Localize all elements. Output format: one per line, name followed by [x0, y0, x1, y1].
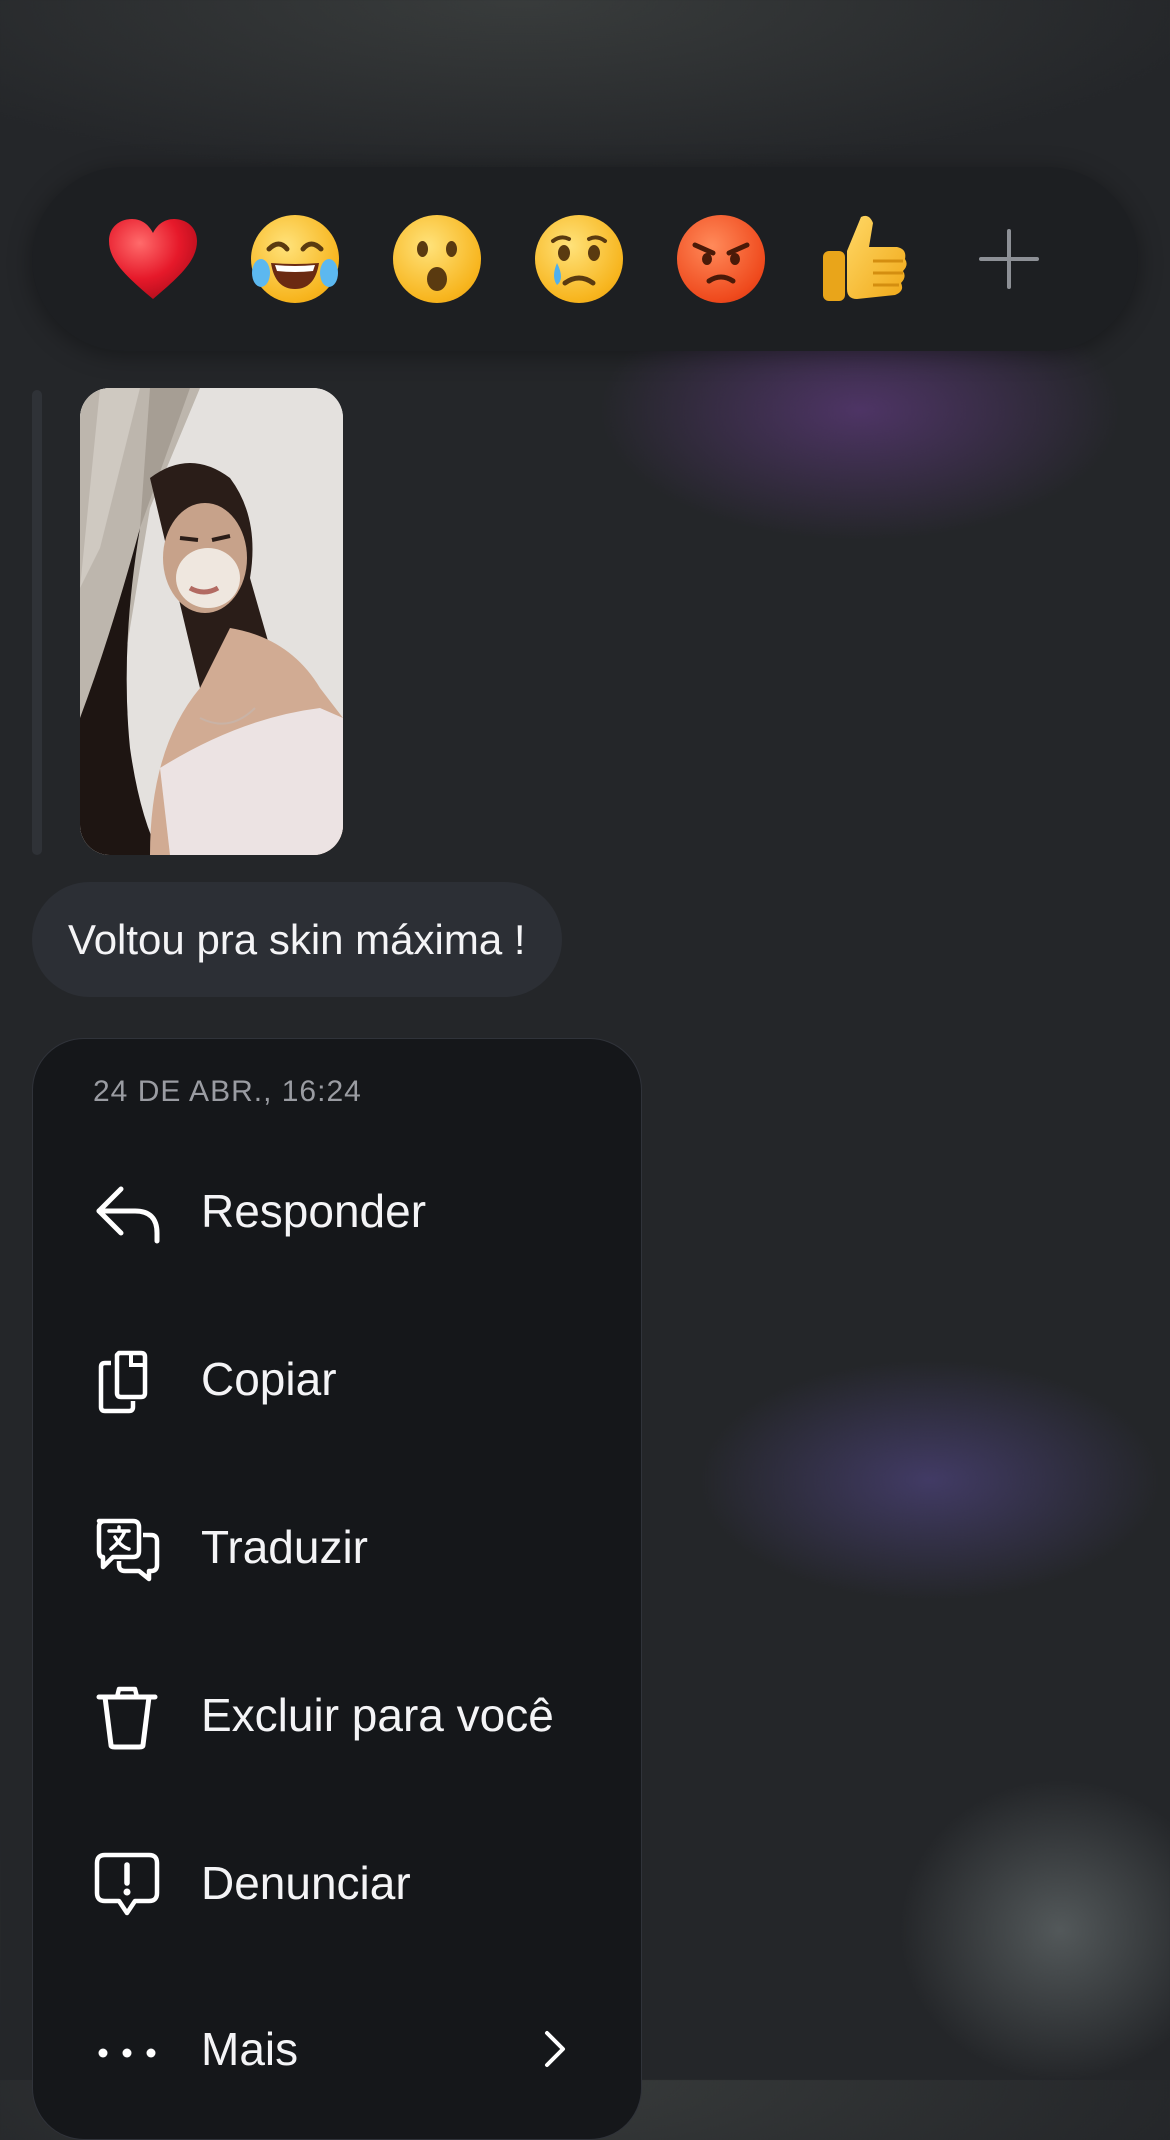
- crying-face-icon: [535, 215, 623, 303]
- menu-item-more[interactable]: Mais: [33, 1989, 641, 2109]
- more-icon: [98, 2048, 156, 2058]
- menu-item-copy[interactable]: Copiar: [33, 1319, 641, 1439]
- menu-item-report[interactable]: Denunciar: [33, 1823, 641, 1943]
- surprised-reaction-icon[interactable]: [389, 211, 485, 307]
- menu-item-delete[interactable]: Excluir para você: [33, 1655, 641, 1775]
- trash-icon: [96, 1686, 158, 1750]
- menu-item-label: Excluir para você: [201, 1689, 554, 1741]
- message-text: Voltou pra skin máxima !: [68, 915, 526, 963]
- photo-message-image[interactable]: [80, 388, 343, 855]
- surprised-face-icon: [393, 215, 481, 303]
- crying-reaction-icon[interactable]: [531, 211, 627, 307]
- joy-face-icon: [251, 215, 339, 303]
- menu-item-label: Copiar: [201, 1353, 337, 1405]
- menu-item-translate[interactable]: Traduzir: [33, 1487, 641, 1607]
- menu-item-label: Denunciar: [201, 1857, 411, 1909]
- menu-item-label: Traduzir: [201, 1521, 368, 1573]
- report-icon: [94, 1852, 160, 1916]
- angry-face-icon: [677, 215, 765, 303]
- chevron-right-icon: [545, 2031, 565, 2067]
- reaction-bar: [32, 167, 1138, 351]
- heart-icon: [109, 219, 197, 299]
- joy-reaction-icon[interactable]: [247, 211, 343, 307]
- message-context-menu: 24 DE ABR., 16:24 Responder Copiar Tradu…: [32, 1038, 642, 2140]
- menu-item-reply[interactable]: Responder: [33, 1151, 641, 1271]
- copy-icon: [98, 1350, 148, 1414]
- message-timestamp: 24 DE ABR., 16:24: [93, 1075, 362, 1108]
- thumbs-up-icon: [823, 215, 907, 301]
- reply-icon: [96, 1186, 160, 1244]
- angry-reaction-icon[interactable]: [673, 211, 769, 307]
- thumbs-up-reaction-icon[interactable]: [815, 211, 911, 307]
- add-reaction-plus-icon[interactable]: [979, 229, 1039, 289]
- heart-reaction-icon[interactable]: [105, 211, 201, 307]
- message-bubble[interactable]: Voltou pra skin máxima !: [32, 882, 562, 997]
- menu-item-label: Responder: [201, 1185, 427, 1237]
- menu-item-label: Mais: [201, 2023, 299, 2075]
- translate-icon: [96, 1518, 160, 1582]
- reply-indicator-bar: [32, 390, 42, 855]
- selfie-image: [80, 388, 343, 855]
